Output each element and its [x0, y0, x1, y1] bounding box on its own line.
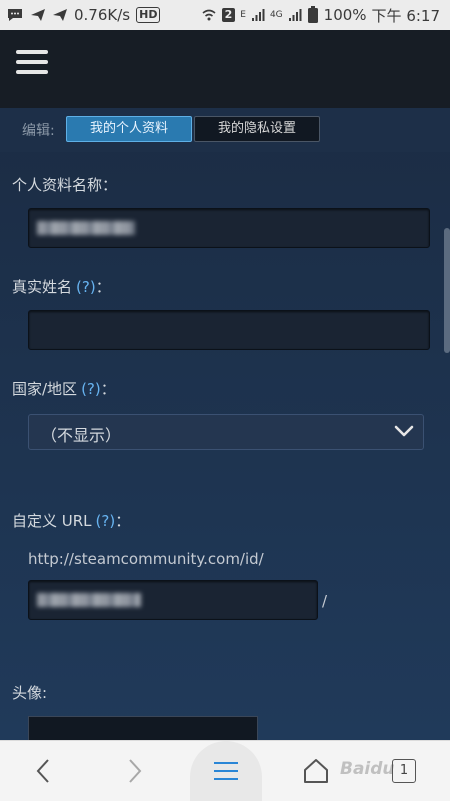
signal-icon	[251, 8, 265, 22]
app-header	[0, 30, 450, 108]
custom-url-label: 自定义 URL (?)：	[12, 510, 130, 531]
network-speed: 0.76K/s	[74, 6, 131, 24]
country-label: 国家/地区 (?)：	[12, 378, 116, 399]
colon: ：	[115, 512, 131, 530]
colon: ：	[100, 380, 116, 398]
avatar-label: 头像:	[12, 684, 48, 702]
home-button[interactable]	[286, 741, 346, 801]
help-link[interactable]: (?)	[76, 278, 96, 296]
signal-icon	[288, 8, 302, 22]
home-icon	[304, 759, 328, 783]
custom-url-label-text: 自定义 URL	[12, 512, 92, 530]
menu-icon[interactable]	[16, 50, 48, 74]
tabs-button[interactable]: 1	[392, 759, 416, 783]
real-name-input[interactable]	[28, 310, 430, 350]
profile-name-input[interactable]	[28, 208, 430, 248]
status-bar: 0.76K/s HD 2 E 4G 100% 下午 6:17	[0, 0, 450, 30]
sim-badge: 2	[221, 8, 236, 22]
edit-label: 编辑:	[22, 123, 55, 139]
battery-icon	[307, 6, 319, 24]
chevron-right-icon	[129, 759, 142, 783]
clock: 下午 6:17	[371, 6, 440, 25]
custom-url-input[interactable]	[28, 580, 318, 620]
send-icon	[30, 7, 46, 23]
real-name-label-text: 真实姓名	[12, 278, 73, 296]
network-type: E	[240, 10, 246, 20]
scrollbar[interactable]	[444, 228, 450, 353]
colon: ：	[95, 278, 111, 296]
redacted-text	[37, 221, 135, 235]
wifi-icon	[201, 7, 217, 23]
chat-bubble-icon	[6, 7, 24, 23]
menu-button[interactable]	[196, 741, 256, 801]
network-type: 4G	[269, 10, 283, 20]
help-link[interactable]: (?)	[81, 380, 101, 398]
hd-badge: HD	[136, 7, 161, 23]
baidu-watermark: Baidu	[340, 759, 395, 779]
real-name-label: 真实姓名 (?)：	[12, 276, 111, 297]
battery-level: 100%	[323, 6, 367, 24]
country-selected-value: （不显示）	[41, 426, 122, 445]
send-icon	[52, 7, 68, 23]
redacted-text	[37, 593, 141, 607]
profile-edit-form: 编辑: 我的个人资料 我的隐私设置 个人资料名称： 真实姓名 (?)： 国家/地区…	[0, 108, 450, 758]
country-select[interactable]: （不显示）	[28, 414, 424, 450]
back-button[interactable]	[14, 741, 74, 801]
help-link[interactable]: (?)	[96, 512, 116, 530]
chevron-left-icon	[36, 759, 49, 783]
edit-tabs: 编辑: 我的个人资料 我的隐私设置	[0, 108, 450, 152]
chevron-down-icon	[393, 421, 415, 445]
list-menu-icon	[214, 762, 238, 780]
forward-button[interactable]	[104, 741, 164, 801]
tab-my-profile[interactable]: 我的个人资料	[66, 116, 192, 142]
profile-name-label: 个人资料名称：	[12, 176, 118, 194]
browser-bottom-nav: Baidu 1	[0, 740, 450, 801]
tab-privacy-settings[interactable]: 我的隐私设置	[194, 116, 320, 142]
country-label-text: 国家/地区	[12, 380, 78, 398]
url-suffix: /	[322, 592, 328, 610]
url-prefix: http://steamcommunity.com/id/	[28, 550, 264, 568]
